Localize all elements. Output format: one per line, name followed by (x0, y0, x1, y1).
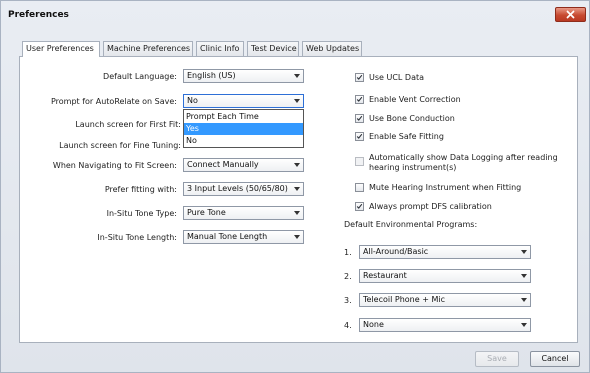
prefer-fitting-label: Prefer fitting with: (104, 185, 177, 194)
insitu-tone-type-value: Pure Tone (187, 208, 226, 217)
close-icon (566, 10, 575, 19)
chevron-down-icon (521, 298, 527, 302)
insitu-tone-length-value: Manual Tone Length (187, 232, 268, 241)
navigating-fit-screen-select[interactable]: Connect Manually (183, 158, 304, 172)
tab-test-device[interactable]: Test Device (247, 41, 299, 56)
autorelate-value: No (187, 96, 198, 105)
autorelate-select[interactable]: No (183, 94, 304, 108)
program-3-select[interactable]: Telecoil Phone + Mic (359, 293, 531, 307)
program-number: 4. (344, 321, 352, 330)
use-ucl-data-label: Use UCL Data (369, 73, 425, 82)
always-prompt-dfs-label: Always prompt DFS calibration (369, 202, 492, 211)
checkmark-icon (356, 115, 363, 121)
autorelate-label: Prompt for AutoRelate on Save: (50, 97, 177, 106)
default-language-select[interactable]: English (US) (183, 69, 304, 83)
insitu-tone-length-select[interactable]: Manual Tone Length (183, 230, 304, 244)
dropdown-option-yes[interactable]: Yes (184, 123, 303, 135)
tab-clinic-info[interactable]: Clinic Info (196, 41, 244, 56)
autorelate-dropdown-list: Prompt Each Time Yes No (183, 109, 304, 148)
enable-vent-correction-label: Enable Vent Correction (369, 95, 461, 104)
chevron-down-icon (294, 187, 300, 191)
environmental-programs-heading: Default Environmental Programs: (344, 220, 478, 229)
chevron-down-icon (521, 323, 527, 327)
chevron-down-icon (294, 163, 300, 167)
always-prompt-dfs-checkbox[interactable] (355, 202, 364, 211)
program-4-value: None (363, 320, 384, 329)
program-4-select[interactable]: None (359, 318, 531, 332)
navigating-fit-screen-label: When Navigating to Fit Screen: (52, 161, 177, 170)
insitu-tone-type-select[interactable]: Pure Tone (183, 206, 304, 220)
mute-instrument-checkbox[interactable] (355, 183, 364, 192)
enable-vent-correction-checkbox[interactable] (355, 95, 364, 104)
cancel-button[interactable]: Cancel (530, 351, 580, 367)
auto-data-logging-checkbox[interactable] (355, 157, 364, 166)
use-bone-conduction-checkbox[interactable] (355, 114, 364, 123)
checkmark-icon (356, 133, 363, 139)
program-number: 2. (344, 272, 352, 281)
use-ucl-data-checkbox[interactable] (355, 73, 364, 82)
checkmark-icon (356, 74, 363, 80)
close-button[interactable] (555, 7, 586, 22)
default-language-label: Default Language: (103, 72, 177, 81)
chevron-down-icon (294, 99, 300, 103)
prefer-fitting-value: 3 Input Levels (50/65/80) (187, 184, 288, 193)
default-language-value: English (US) (187, 71, 236, 80)
enable-safe-fitting-checkbox[interactable] (355, 132, 364, 141)
checkmark-icon (356, 203, 363, 209)
dropdown-option-no[interactable]: No (184, 135, 303, 147)
insitu-tone-length-label: In-Situ Tone Length: (97, 233, 177, 242)
chevron-down-icon (521, 274, 527, 278)
chevron-down-icon (521, 250, 527, 254)
tab-user-preferences[interactable]: User Preferences (22, 41, 100, 57)
program-2-value: Restaurant (363, 271, 407, 280)
preferences-dialog: Preferences User Preferences Machine Pre… (0, 0, 590, 373)
insitu-tone-type-label: In-Situ Tone Type: (106, 209, 177, 218)
mute-instrument-label: Mute Hearing Instrument when Fitting (369, 183, 522, 192)
dropdown-option-prompt-each-time[interactable]: Prompt Each Time (184, 111, 303, 123)
fine-tuning-label: Launch screen for Fine Tuning: (59, 141, 181, 150)
program-3-value: Telecoil Phone + Mic (363, 295, 445, 304)
chevron-down-icon (294, 211, 300, 215)
first-fit-label: Launch screen for First Fit: (75, 120, 181, 129)
chevron-down-icon (294, 235, 300, 239)
prefer-fitting-select[interactable]: 3 Input Levels (50/65/80) (183, 182, 304, 196)
tab-web-updates[interactable]: Web Updates (302, 41, 362, 56)
save-button[interactable]: Save (475, 351, 519, 367)
checkmark-icon (356, 96, 363, 102)
navigating-fit-screen-value: Connect Manually (187, 160, 259, 169)
program-number: 3. (344, 296, 352, 305)
program-2-select[interactable]: Restaurant (359, 269, 531, 283)
program-1-value: All-Around/Basic (363, 247, 429, 256)
program-1-select[interactable]: All-Around/Basic (359, 245, 531, 259)
tab-machine-preferences[interactable]: Machine Preferences (103, 41, 193, 56)
program-number: 1. (344, 248, 352, 257)
enable-safe-fitting-label: Enable Safe Fitting (369, 132, 444, 141)
window-title: Preferences (8, 10, 69, 20)
chevron-down-icon (294, 74, 300, 78)
auto-data-logging-label: Automatically show Data Logging after re… (369, 153, 558, 172)
use-bone-conduction-label: Use Bone Conduction (369, 114, 455, 123)
